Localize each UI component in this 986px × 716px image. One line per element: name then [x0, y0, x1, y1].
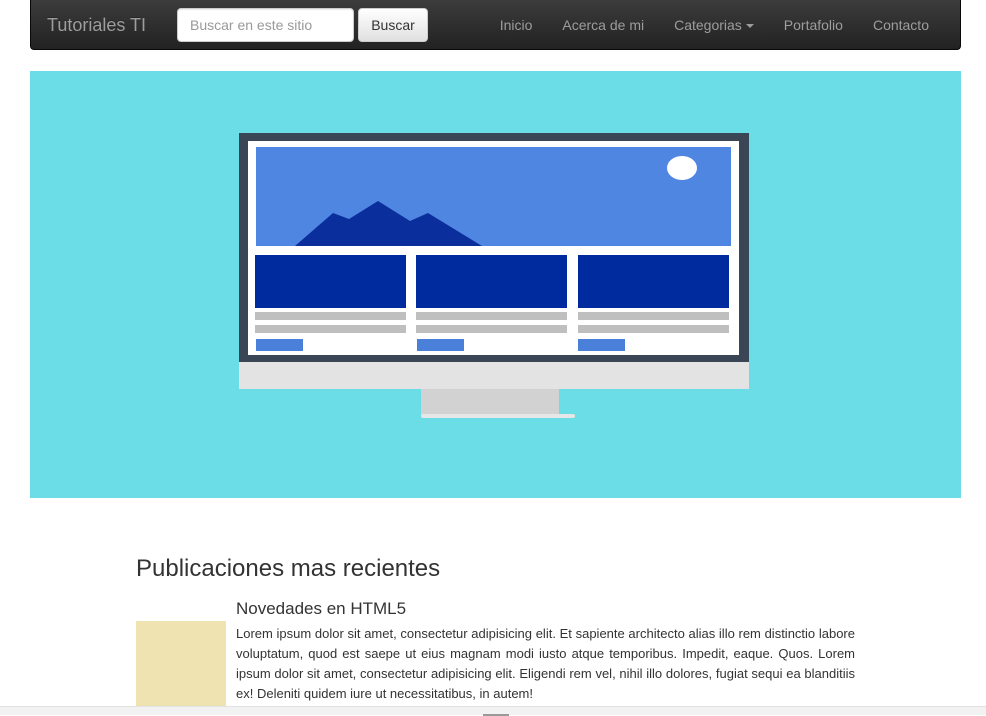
navbar: Tutoriales TI Buscar Inicio Acerca de mi… — [30, 0, 961, 50]
nav-menu: Inicio Acerca de mi Categorias Portafoli… — [485, 0, 944, 50]
post-title[interactable]: Novedades en HTML5 — [236, 599, 406, 619]
nav-item-contacto[interactable]: Contacto — [858, 0, 944, 50]
nav-item-label: Portafolio — [783, 17, 843, 33]
post-excerpt: Lorem ipsum dolor sit amet, consectetur … — [236, 626, 855, 701]
nav-item-inicio[interactable]: Inicio — [485, 0, 548, 50]
nav-item-label: Contacto — [872, 17, 929, 33]
nav-item-label: Inicio — [499, 17, 533, 33]
brand-link[interactable]: Tutoriales TI — [47, 15, 146, 36]
nav-item-categorias-dropdown[interactable]: Categorias — [659, 0, 769, 50]
nav-item-portafolio[interactable]: Portafolio — [769, 0, 858, 50]
horizontal-scrollbar[interactable] — [0, 706, 986, 716]
nav-item-label: Categorias — [674, 17, 742, 33]
post-thumbnail[interactable] — [136, 621, 226, 715]
section-title: Publicaciones mas recientes — [136, 555, 441, 582]
nav-item-label: Acerca de mi — [562, 17, 645, 33]
hero-banner — [30, 71, 961, 498]
search-input[interactable] — [177, 8, 354, 42]
nav-item-acerca[interactable]: Acerca de mi — [547, 0, 659, 50]
caret-down-icon — [745, 24, 754, 29]
search-button[interactable]: Buscar — [358, 8, 428, 42]
monitor-illustration — [239, 133, 749, 418]
